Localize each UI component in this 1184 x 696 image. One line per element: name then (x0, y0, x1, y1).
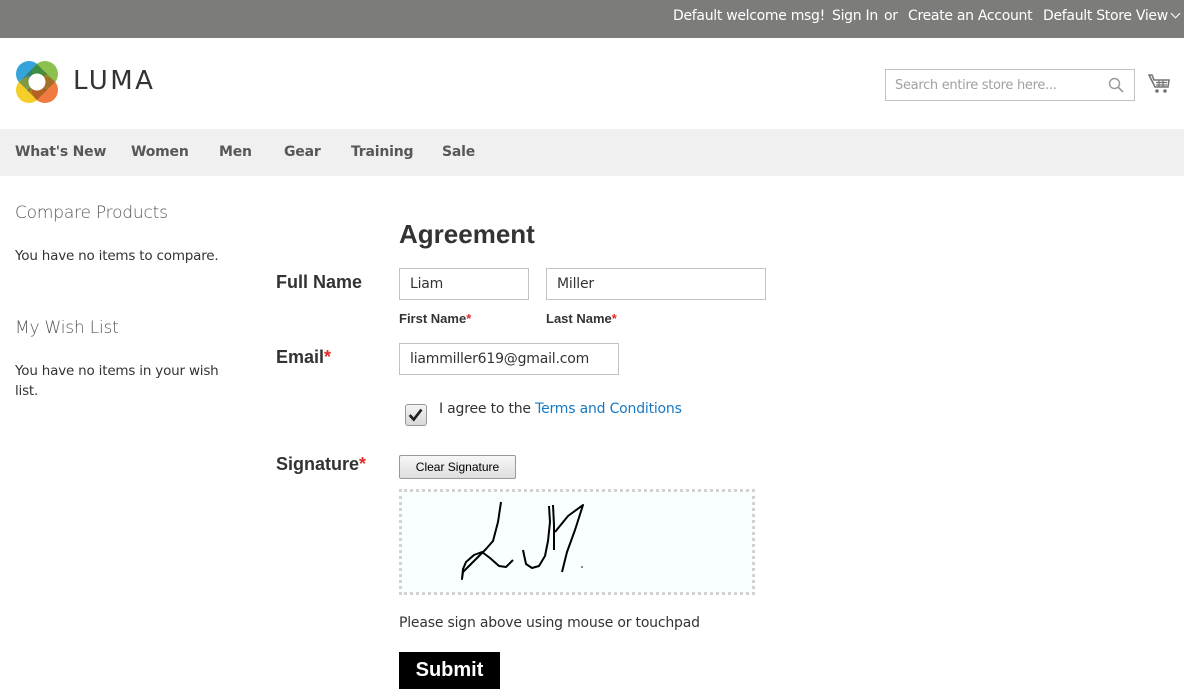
sign-in-link[interactable]: Sign In (832, 8, 878, 24)
or-text: or (884, 8, 898, 24)
luma-logo-icon[interactable] (15, 60, 59, 104)
submit-button[interactable]: Submit (399, 652, 500, 689)
signature-stroke (554, 504, 584, 573)
first-name-field[interactable] (399, 268, 529, 300)
signature-label: Signature* (276, 454, 366, 475)
compare-empty-text: You have no items to compare. (15, 248, 219, 264)
search-box[interactable] (885, 69, 1135, 101)
nav-item-whats-new[interactable]: What's New (15, 144, 106, 160)
signature-drawing (461, 501, 584, 580)
chevron-down-icon (1170, 8, 1181, 19)
wishlist-empty-text: You have no items in your wish list. (15, 363, 219, 399)
top-header-bar: Default welcome msg! Sign In or Create a… (0, 0, 1184, 38)
search-icon[interactable] (1108, 77, 1124, 93)
required-marker: * (359, 454, 367, 474)
cart-icon[interactable] (1148, 72, 1172, 96)
email-field[interactable] (399, 343, 619, 375)
required-marker: * (466, 311, 472, 326)
logo-text[interactable]: LUMA (73, 66, 155, 96)
nav-item-women[interactable]: Women (131, 144, 189, 160)
last-name-field[interactable] (546, 268, 766, 300)
store-switcher[interactable]: Default Store View (1043, 8, 1181, 24)
wishlist-title: My Wish List (15, 318, 119, 338)
nav-item-training[interactable]: Training (351, 144, 414, 160)
agree-label: I agree to the Terms and Conditions (439, 401, 682, 417)
checkmark-icon (408, 408, 423, 422)
compare-products-title: Compare Products (15, 203, 168, 223)
signature-hint: Please sign above using mouse or touchpa… (399, 615, 700, 631)
last-name-label-text: Last Name (546, 311, 612, 326)
first-name-label: First Name* (399, 311, 471, 326)
last-name-label: Last Name* (546, 311, 617, 326)
required-marker: * (324, 347, 332, 367)
store-view-label: Default Store View (1043, 8, 1168, 24)
signature-stroke (461, 501, 514, 580)
full-name-label: Full Name (276, 272, 363, 292)
agree-checkbox[interactable] (405, 404, 427, 426)
terms-link[interactable]: Terms and Conditions (535, 401, 682, 417)
clear-signature-button[interactable]: Clear Signature (399, 455, 516, 479)
welcome-message: Default welcome msg! (673, 8, 825, 24)
required-marker: * (611, 311, 617, 326)
nav-item-gear[interactable]: Gear (284, 144, 321, 160)
nav-item-sale[interactable]: Sale (442, 144, 475, 160)
nav-item-men[interactable]: Men (219, 144, 252, 160)
signature-pad[interactable] (399, 489, 755, 595)
agree-label-text: I agree to the (439, 401, 536, 417)
email-label-text: Email (276, 347, 325, 367)
signature-label-text: Signature (276, 454, 360, 474)
signature-stroke (522, 504, 555, 569)
first-name-label-text: First Name (399, 311, 467, 326)
create-account-link[interactable]: Create an Account (908, 8, 1033, 24)
signature-dot (581, 566, 583, 568)
search-input[interactable] (886, 70, 1096, 100)
main-navigation: What's New Women Men Gear Training Sale (0, 129, 1184, 176)
page-title: Agreement (399, 219, 535, 249)
email-label: Email* (276, 347, 331, 368)
